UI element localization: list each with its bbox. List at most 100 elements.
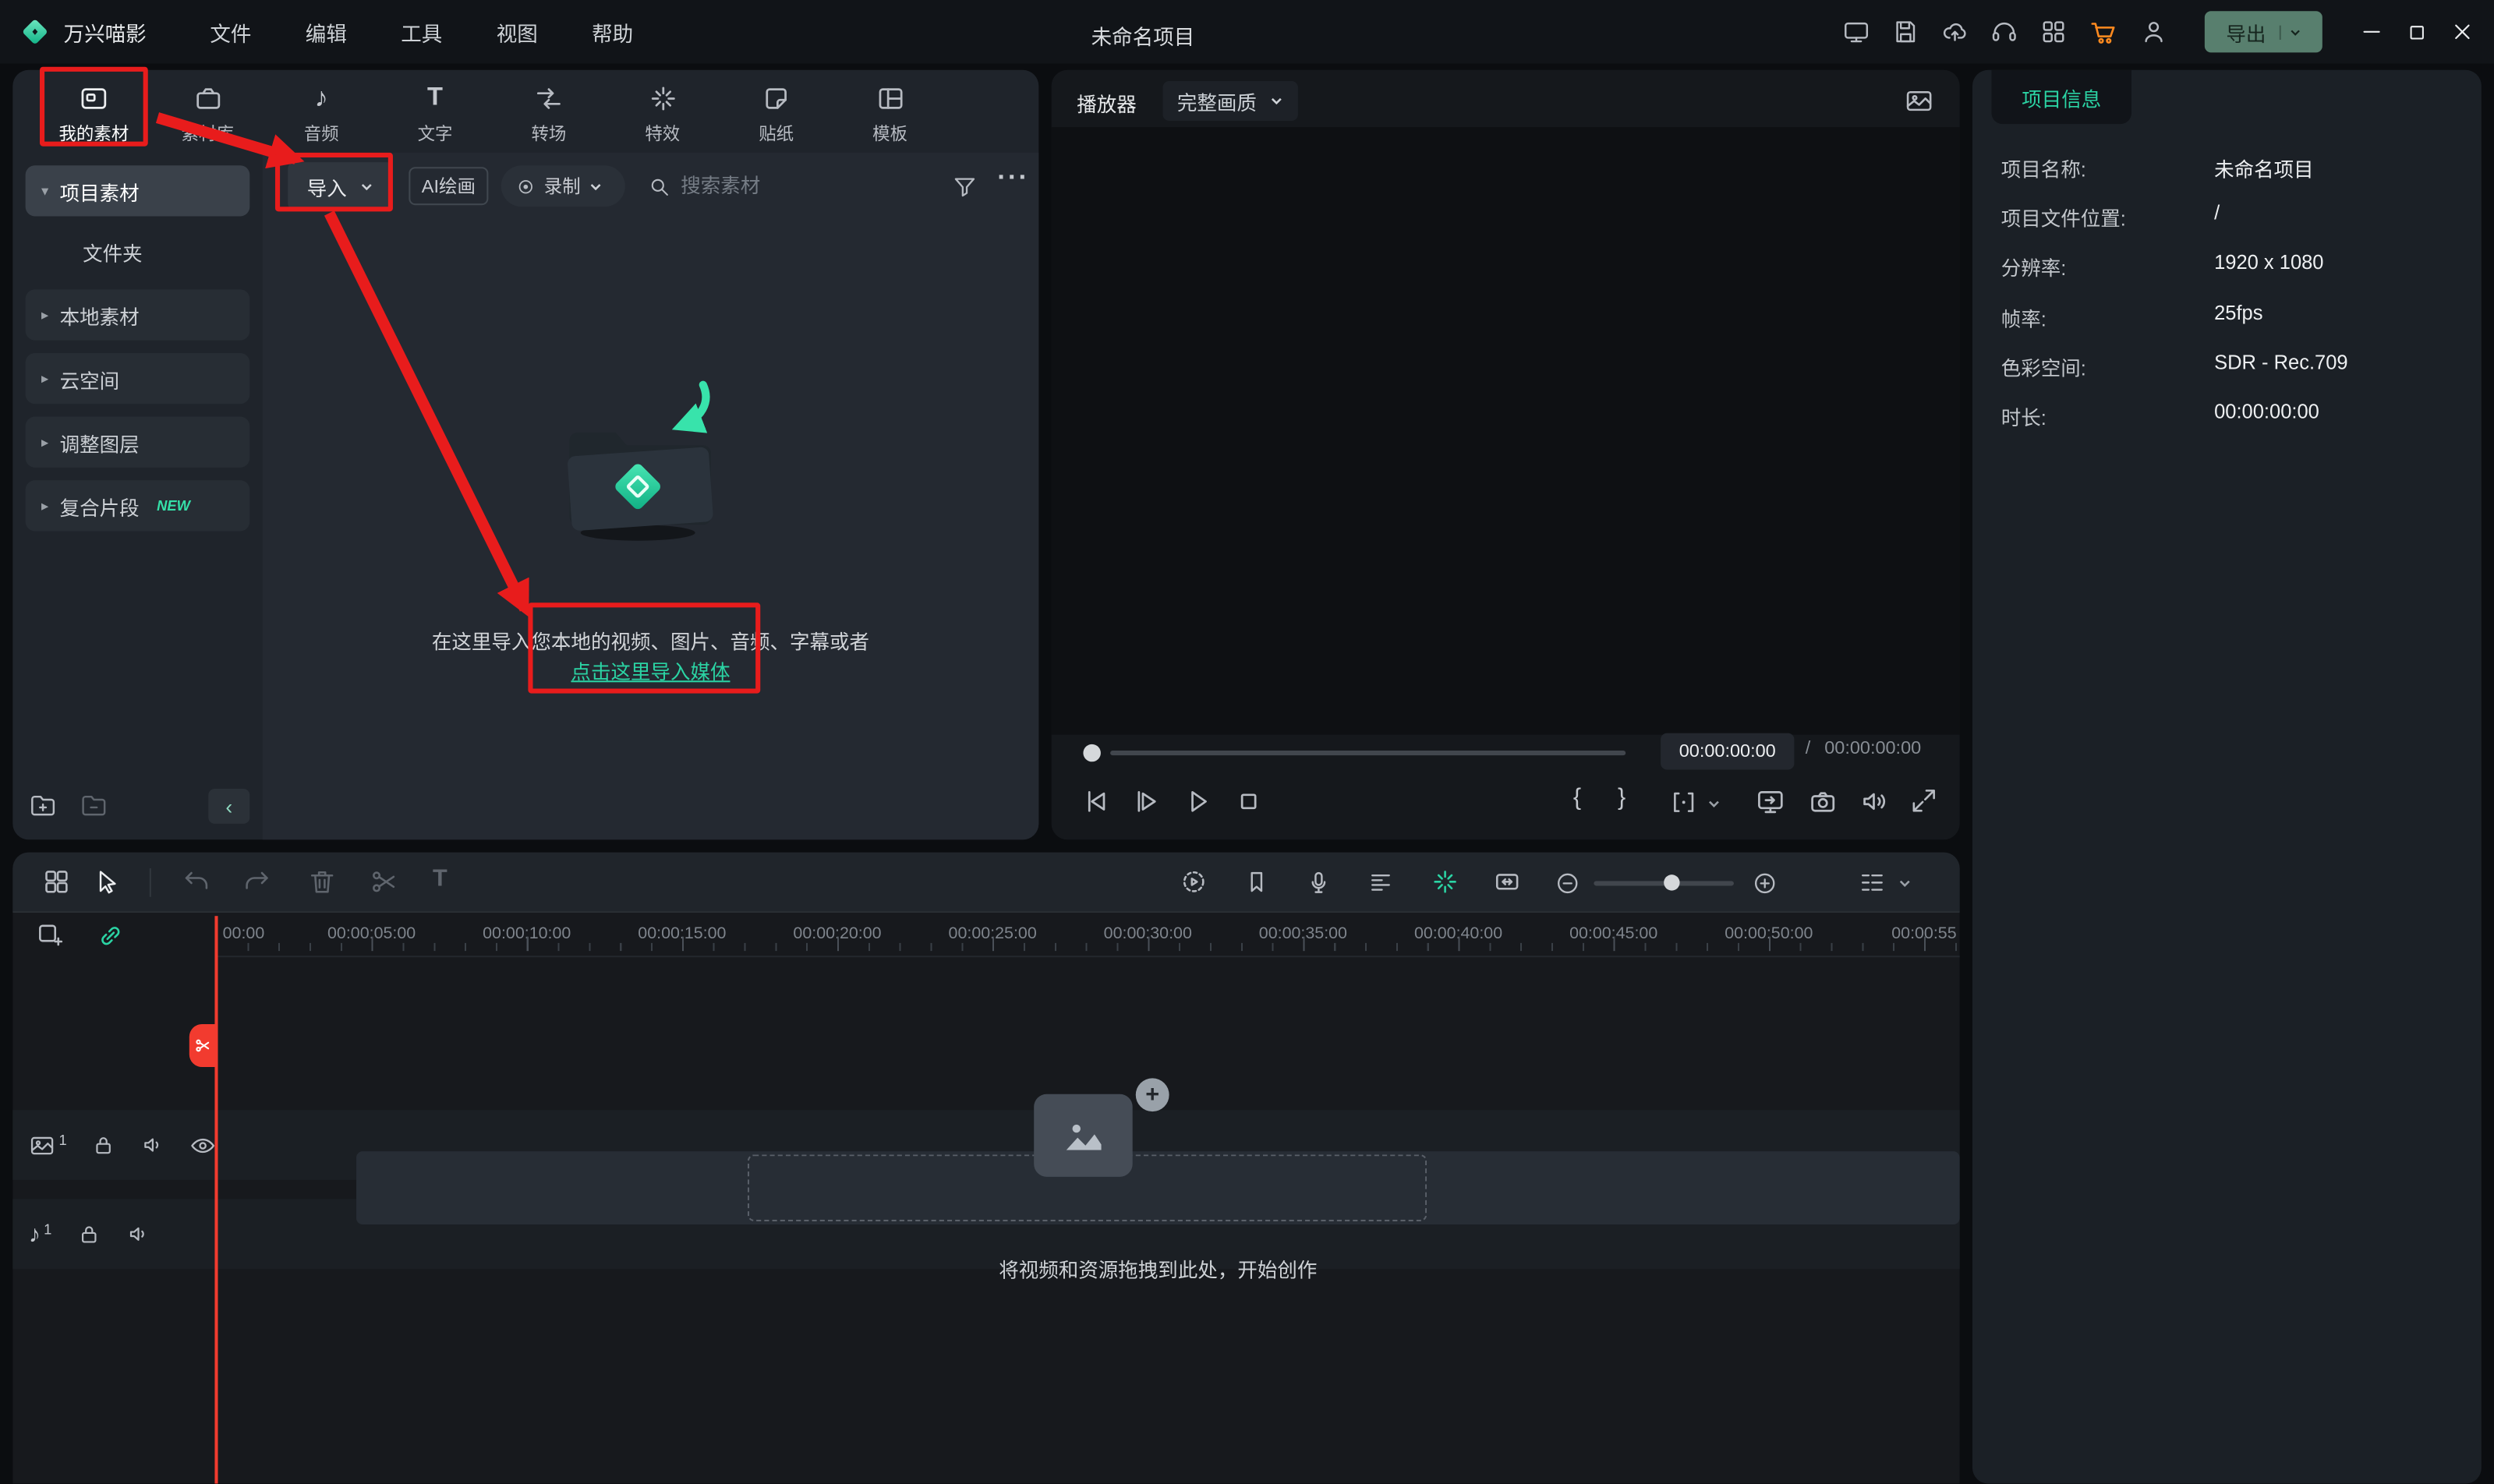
- seek-track[interactable]: [1110, 751, 1626, 756]
- mute-track-icon[interactable]: [140, 1132, 166, 1158]
- apps-grid-icon[interactable]: [2039, 17, 2068, 46]
- voiceover-mic-icon[interactable]: [1304, 868, 1333, 897]
- volume-icon[interactable]: [1858, 786, 1890, 818]
- tab-stock-media[interactable]: 素材库: [157, 75, 259, 154]
- timeline-ruler[interactable]: 00:00 00:00:05:00 00:00:10:00 00:00:15:0…: [216, 916, 1960, 958]
- mute-track-icon[interactable]: [125, 1221, 150, 1247]
- media-placeholder-thumb[interactable]: [1034, 1094, 1133, 1177]
- menu-view[interactable]: 视图: [497, 16, 538, 47]
- play-button[interactable]: [1182, 786, 1214, 818]
- sidebar-item-folder[interactable]: 文件夹: [26, 229, 250, 274]
- playhead-scissors-handle[interactable]: [189, 1023, 217, 1068]
- render-preview-icon[interactable]: [1179, 867, 1209, 897]
- info-label: 项目文件位置:: [2001, 208, 2126, 231]
- export-button[interactable]: 导出: [2204, 11, 2322, 53]
- media-tab-strip: 我的素材 素材库 ♪ 音频 T 文字 转场 特效 贴纸 模板: [12, 73, 1038, 156]
- tab-effects[interactable]: 特效: [611, 75, 713, 154]
- lock-track-icon[interactable]: [76, 1221, 101, 1247]
- caret-down-icon: ▾: [41, 182, 49, 199]
- snapshot-camera-icon[interactable]: [1807, 786, 1839, 818]
- display-icon[interactable]: [1842, 17, 1871, 46]
- menu-help[interactable]: 帮助: [592, 16, 633, 47]
- cloud-upload-icon[interactable]: [1940, 17, 1969, 46]
- audio-track-icon: ♪: [28, 1220, 41, 1248]
- split-scissors-icon[interactable]: [369, 867, 399, 897]
- tab-stickers[interactable]: 贴纸: [725, 75, 827, 154]
- lock-track-icon[interactable]: [90, 1132, 116, 1158]
- new-folder-icon[interactable]: [29, 792, 58, 821]
- stop-button[interactable]: [1233, 786, 1265, 818]
- fit-timeline-icon[interactable]: [1492, 867, 1523, 897]
- layout-grid-icon[interactable]: [41, 867, 72, 897]
- tab-project-info[interactable]: 项目信息: [1991, 69, 2132, 125]
- media-content: 导入 AI绘画 录制 ···: [262, 152, 1039, 840]
- playhead-line[interactable]: [214, 916, 218, 1484]
- zoom-slider-handle[interactable]: [1664, 874, 1680, 891]
- sidebar-item-adjustment-layer[interactable]: ▸ 调整图层: [25, 416, 250, 468]
- add-to-timeline-icon[interactable]: [35, 920, 65, 951]
- cart-icon[interactable]: [2089, 16, 2119, 47]
- info-value: 1920 x 1080: [2214, 251, 2324, 274]
- redo-icon[interactable]: [242, 867, 272, 897]
- filter-icon[interactable]: [951, 173, 978, 200]
- sidebar-item-compound-clip[interactable]: ▸ 复合片段 NEW: [25, 480, 250, 532]
- tab-transitions[interactable]: 转场: [498, 75, 600, 154]
- titlebar: 万兴喵影 文件 编辑 工具 视图 帮助 未命名项目 导出: [0, 0, 2494, 64]
- minimize-button[interactable]: [2359, 19, 2385, 44]
- zoom-in-button[interactable]: [1751, 870, 1778, 897]
- search-input[interactable]: [681, 165, 888, 207]
- close-button[interactable]: [2450, 19, 2475, 44]
- add-media-badge[interactable]: +: [1135, 1078, 1169, 1112]
- tab-label: 贴纸: [759, 125, 794, 145]
- track-manager-icon[interactable]: [1858, 868, 1887, 897]
- chevron-down-icon[interactable]: [1707, 797, 1721, 811]
- record-button[interactable]: 录制: [501, 165, 625, 207]
- menu-tools[interactable]: 工具: [401, 16, 442, 47]
- sidebar-item-local-media[interactable]: ▸ 本地素材: [25, 289, 250, 341]
- prev-frame-button[interactable]: [1080, 786, 1112, 818]
- hide-track-icon[interactable]: [189, 1132, 217, 1159]
- info-row: 色彩空间: SDR - Rec.709: [1972, 352, 2482, 383]
- chevron-down-icon[interactable]: [1898, 876, 1912, 890]
- tab-text[interactable]: T 文字: [384, 75, 486, 154]
- marker-icon[interactable]: [1242, 868, 1271, 897]
- maximize-button[interactable]: [2405, 20, 2429, 44]
- account-icon[interactable]: [2139, 17, 2168, 46]
- seek-handle[interactable]: [1083, 744, 1101, 762]
- smart-effect-icon[interactable]: [1430, 867, 1460, 897]
- menu-file[interactable]: 文件: [210, 16, 251, 47]
- play-from-start-button[interactable]: [1131, 786, 1163, 818]
- delete-icon[interactable]: [307, 867, 338, 897]
- tab-audio[interactable]: ♪ 音频: [271, 75, 373, 154]
- chevron-down-icon: [1271, 97, 1282, 105]
- support-headset-icon[interactable]: [1990, 17, 2018, 46]
- sidebar-item-project-media[interactable]: ▾ 项目素材: [25, 165, 250, 217]
- image-placeholder-icon: [1066, 1124, 1102, 1150]
- mirror-to-display-icon[interactable]: [1754, 786, 1786, 818]
- mark-range-icon[interactable]: [1668, 787, 1699, 818]
- quality-dropdown[interactable]: 完整画质: [1162, 81, 1298, 122]
- mark-in-icon[interactable]: {: [1573, 784, 1581, 811]
- fullscreen-icon[interactable]: [1909, 786, 1939, 816]
- collapse-sidebar-button[interactable]: ‹: [208, 788, 250, 824]
- info-row: 帧率: 25fps: [1972, 302, 2482, 334]
- speech-to-text-icon[interactable]: [1367, 868, 1396, 897]
- delete-folder-icon[interactable]: [80, 792, 108, 821]
- save-icon[interactable]: [1891, 17, 1920, 46]
- import-folder-illustration[interactable]: [549, 376, 740, 550]
- undo-icon[interactable]: [182, 867, 212, 897]
- auto-ripple-link-icon[interactable]: [95, 920, 126, 951]
- caret-right-icon: ▸: [41, 369, 49, 386]
- sidebar-item-label: 文件夹: [83, 242, 143, 265]
- menu-edit[interactable]: 编辑: [306, 16, 347, 47]
- ai-paint-button[interactable]: AI绘画: [409, 167, 489, 206]
- sidebar-item-cloud[interactable]: ▸ 云空间: [25, 352, 250, 405]
- more-options-icon[interactable]: ···: [997, 162, 1029, 194]
- text-tool-icon[interactable]: T: [433, 865, 448, 892]
- zoom-out-button[interactable]: [1554, 870, 1581, 897]
- select-cursor-icon[interactable]: [92, 868, 121, 897]
- preview-image-icon[interactable]: [1904, 86, 1934, 116]
- info-value: 未命名项目: [2214, 159, 2314, 182]
- mark-out-icon[interactable]: }: [1618, 784, 1626, 811]
- tab-templates[interactable]: 模板: [839, 75, 941, 154]
